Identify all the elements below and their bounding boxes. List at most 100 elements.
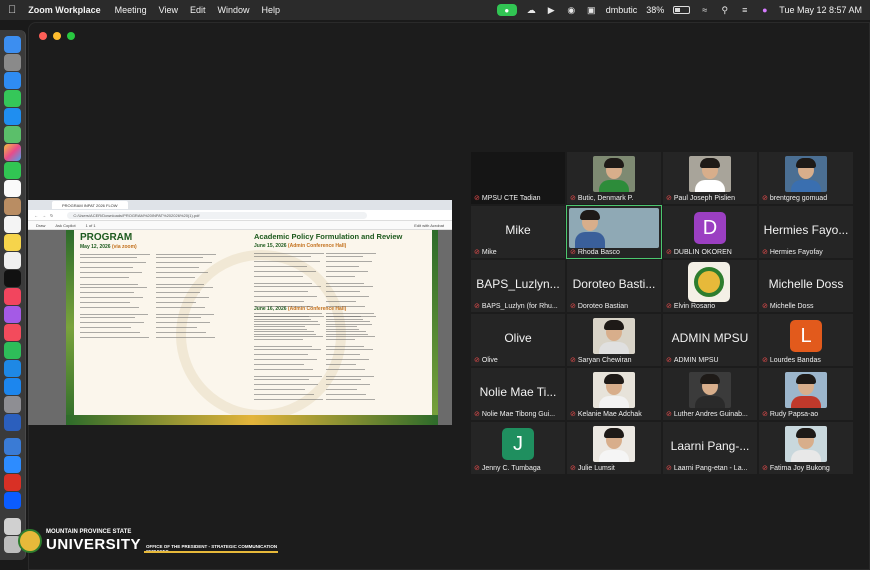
calendar-icon[interactable]	[4, 180, 21, 197]
maximize-window-button[interactable]	[67, 32, 75, 40]
url-field[interactable]: C:/Users/ACER/Downloads/PROGRAM%20INPAT%…	[67, 211, 368, 219]
cloud-icon[interactable]: ☁	[526, 5, 537, 16]
mail-icon[interactable]	[4, 108, 21, 125]
participant-tile[interactable]: L ⊘ Lourdes Bandas	[759, 314, 853, 366]
participant-tile[interactable]: ⊘ Luther Andres Guinab...	[663, 368, 757, 420]
page-counter[interactable]: 1 of 1	[86, 223, 96, 228]
notes-icon[interactable]	[4, 234, 21, 251]
contacts-icon[interactable]	[4, 198, 21, 215]
person-hair	[796, 158, 816, 168]
participant-tile[interactable]: ⊘ Julie Lumsit	[567, 422, 661, 474]
shared-screen[interactable]: PROGRAM INPAT 2026 FLOW ← → ↻ C:/Users/A…	[28, 200, 452, 425]
safari-icon[interactable]	[4, 72, 21, 89]
schedule-line	[326, 326, 357, 328]
participant-tile[interactable]: ADMIN MPSU ⊘ ADMIN MPSU	[663, 314, 757, 366]
maps-icon[interactable]	[4, 126, 21, 143]
participant-tile[interactable]: ⊘ Saryan Chewiran	[567, 314, 661, 366]
edit-acrobat-button[interactable]: Edit with Acrobat	[414, 223, 444, 228]
freeform-icon[interactable]	[4, 252, 21, 269]
participant-tile[interactable]: ⊘ brentgreg gomuad	[759, 152, 853, 204]
zoom-icon[interactable]	[4, 456, 21, 473]
participant-tile[interactable]: Doroteo Basti... ⊘ Doroteo Bastian	[567, 260, 661, 312]
page-border-left	[66, 230, 74, 425]
tv-icon[interactable]	[4, 270, 21, 287]
participant-avatar: D	[694, 212, 726, 244]
participant-tile[interactable]: ⊘ Kelanie Mae Adchak	[567, 368, 661, 420]
participant-tile[interactable]: ⊘ Rudy Papsa-ao	[759, 368, 853, 420]
forward-icon[interactable]: →	[42, 213, 46, 218]
minimize-window-button[interactable]	[53, 32, 61, 40]
control-center-icon[interactable]: ≡	[739, 5, 750, 16]
menu-meeting[interactable]: Meeting	[115, 5, 147, 15]
reminders-icon[interactable]	[4, 216, 21, 233]
battery-icon[interactable]	[673, 6, 691, 14]
circle-icon[interactable]: ◉	[566, 5, 577, 16]
schedule-line	[326, 253, 376, 255]
participant-tile[interactable]: Mike ⊘ Mike	[471, 206, 565, 258]
word-icon[interactable]	[4, 414, 21, 431]
participant-tile[interactable]: Hermies Fayo... ⊘ Hermies Fayofay	[759, 206, 853, 258]
menu-edit[interactable]: Edit	[190, 5, 206, 15]
display-icon[interactable]: ▣	[586, 5, 597, 16]
numbers-icon[interactable]	[4, 342, 21, 359]
day1-date-main: May 12, 2026	[80, 244, 111, 250]
user-name[interactable]: dmbutic	[606, 5, 638, 15]
keynote-icon[interactable]	[4, 360, 21, 377]
reload-icon[interactable]: ↻	[50, 213, 53, 218]
participant-tile[interactable]: ⊘ MPSU CTE Tadian	[471, 152, 565, 204]
files-icon[interactable]	[4, 438, 21, 455]
wifi-icon[interactable]: ≈	[699, 5, 710, 16]
participant-tile[interactable]: BAPS_Luzlyn... ⊘ BAPS_Luzlyn (for Rhu...	[471, 260, 565, 312]
menu-window[interactable]: Window	[218, 5, 250, 15]
watermark-bar	[144, 551, 278, 553]
schedule-line	[326, 329, 359, 331]
music-icon[interactable]	[4, 288, 21, 305]
menu-view[interactable]: View	[159, 5, 178, 15]
university-watermark: MOUNTAIN PROVINCE STATE UNIVERSITY OFFIC…	[18, 529, 278, 555]
podcasts-icon[interactable]	[4, 306, 21, 323]
settings-icon[interactable]	[4, 396, 21, 413]
messages-icon[interactable]	[4, 90, 21, 107]
video-camera-icon[interactable]: ●	[496, 4, 517, 16]
schedule-line	[80, 337, 149, 339]
person-hair	[796, 374, 816, 384]
back-icon[interactable]: ←	[34, 213, 38, 218]
photos-icon[interactable]	[4, 144, 21, 161]
siri-icon[interactable]: ●	[759, 5, 770, 16]
participant-tile[interactable]: ⊘ Elvin Rosario	[663, 260, 757, 312]
search-icon[interactable]: ⚲	[719, 5, 730, 16]
participant-tile[interactable]: Michelle Doss ⊘ Michelle Doss	[759, 260, 853, 312]
participant-tile[interactable]: Nolie Mae Ti... ⊘ Nolie Mae Tibong Gui...	[471, 368, 565, 420]
draw-tool[interactable]: Draw	[36, 223, 45, 228]
facetime-icon[interactable]	[4, 162, 21, 179]
clock[interactable]: Tue May 12 8:57 AM	[779, 5, 862, 15]
news-icon[interactable]	[4, 324, 21, 341]
launchpad-icon[interactable]	[4, 54, 21, 71]
ask-copilot-button[interactable]: Ask Copilot	[55, 223, 75, 228]
menu-help[interactable]: Help	[262, 5, 281, 15]
participant-tile[interactable]: ⊘ Paul Joseph Pislien	[663, 152, 757, 204]
schedule-line	[326, 306, 365, 308]
participant-tile[interactable]: Olive ⊘ Olive	[471, 314, 565, 366]
play-icon[interactable]: ▶	[546, 5, 557, 16]
battery-percent: 38%	[646, 5, 665, 15]
acrobat-icon[interactable]	[4, 474, 21, 491]
pdf-viewer[interactable]: PROGRAM Academic Policy Formulation and …	[28, 230, 452, 425]
app-store-icon[interactable]	[4, 378, 21, 395]
page-bottom-band	[66, 415, 438, 425]
schedule-line	[156, 302, 196, 304]
close-window-button[interactable]	[39, 32, 47, 40]
participant-tile[interactable]: Laarni Pang-... ⊘ Laarni Pang-etan - La...	[663, 422, 757, 474]
finder-icon[interactable]	[4, 36, 21, 53]
participant-tile[interactable]: ⊘ Rhoda Basco	[566, 205, 662, 259]
zoom-workplace-icon[interactable]	[4, 492, 21, 509]
apple-icon[interactable]: 	[8, 4, 16, 16]
participant-tile[interactable]: ⊘ Butic, Denmark P.	[567, 152, 661, 204]
participant-tile[interactable]: ⊘ Fatima Joy Bukong	[759, 422, 853, 474]
browser-tab[interactable]: PROGRAM INPAT 2026 FLOW	[52, 201, 128, 209]
participant-tile[interactable]: J ⊘ Jenny C. Tumbaga	[471, 422, 565, 474]
menu-bar:  Zoom Workplace Meeting View Edit Windo…	[0, 0, 870, 20]
participant-tile[interactable]: D ⊘ DUBLIN OKOREN	[663, 206, 757, 258]
schedule-line	[156, 337, 215, 339]
app-menu-name[interactable]: Zoom Workplace	[28, 5, 100, 15]
